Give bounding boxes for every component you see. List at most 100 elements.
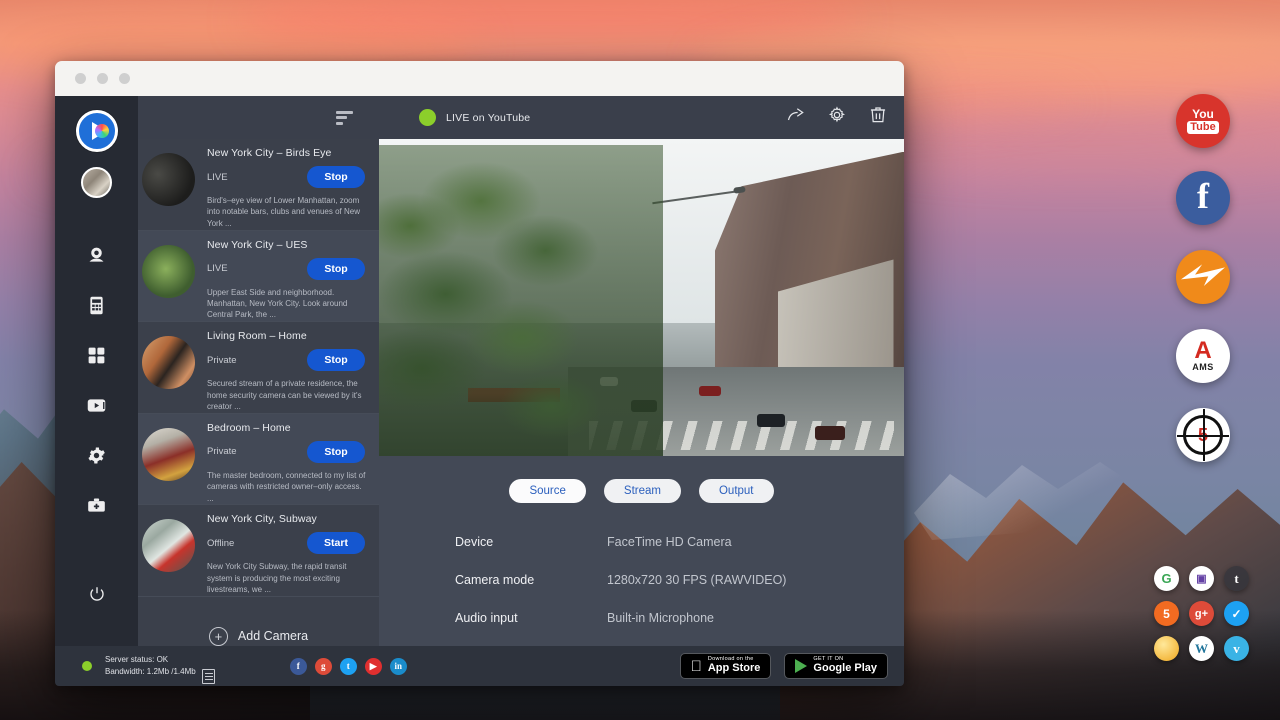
adobe-ams-label: AMS xyxy=(1192,362,1214,372)
server-status-dot xyxy=(82,661,92,671)
desktop-mini-icons: G ▣ t 5 g+ ✓ W v xyxy=(1154,566,1259,671)
facebook-glyph: f xyxy=(1197,178,1209,214)
wordpress-icon[interactable]: W xyxy=(1189,636,1214,661)
sidebar-item-cameras[interactable] xyxy=(77,238,117,278)
share-arrow-icon xyxy=(786,105,806,125)
google-plus-icon[interactable]: g xyxy=(315,658,332,675)
app-logo-icon[interactable] xyxy=(76,110,118,152)
camera-action-button[interactable]: Stop xyxy=(307,166,365,188)
camera-description: Secured stream of a private residence, t… xyxy=(207,378,371,412)
camera-description: New York City Subway, the rapid transit … xyxy=(207,561,371,595)
server-status-line: Server status: OK xyxy=(105,654,196,666)
wowza-dock-icon[interactable] xyxy=(1176,250,1230,304)
camera-thumbnail xyxy=(142,153,195,206)
sidebar-item-settings[interactable] xyxy=(77,438,117,478)
camera-thumbnail xyxy=(142,336,195,389)
camera-action-button[interactable]: Stop xyxy=(307,441,365,463)
settings-button[interactable] xyxy=(827,105,847,130)
spec-row: Audio input Built-in Microphone xyxy=(455,611,904,625)
minimize-button[interactable] xyxy=(97,73,108,84)
g-icon[interactable]: G xyxy=(1154,566,1179,591)
camera-action-button[interactable]: Stop xyxy=(307,258,365,280)
live-status-dot xyxy=(419,109,436,126)
google-play-icon xyxy=(795,659,807,673)
power-icon xyxy=(88,585,106,608)
lightning-bolt-icon xyxy=(1181,262,1225,292)
google-play-title: Google Play xyxy=(813,663,877,675)
adobe-ams-dock-icon[interactable]: A AMS xyxy=(1176,329,1230,383)
share-button[interactable] xyxy=(786,105,806,130)
add-camera-button[interactable]: + Add Camera xyxy=(138,597,379,646)
twitch-icon[interactable]: ▣ xyxy=(1189,566,1214,591)
tab-stream[interactable]: Stream xyxy=(604,479,681,503)
camera-action-button[interactable]: Stop xyxy=(307,349,365,371)
camera-title: Bedroom – Home xyxy=(207,422,371,434)
facebook-dock-icon[interactable]: f xyxy=(1176,171,1230,225)
camera-description: The master bedroom, connected to my list… xyxy=(207,470,371,504)
video-preview[interactable] xyxy=(379,139,904,456)
tumblr-icon[interactable]: t xyxy=(1224,566,1249,591)
server-status-text: Server status: OK Bandwidth: 1.2Mb /1.4M… xyxy=(105,654,196,677)
cloud-streak xyxy=(240,0,860,50)
linkedin-icon[interactable]: in xyxy=(390,658,407,675)
trash-icon xyxy=(868,105,888,125)
camera-list-item[interactable]: Living Room – Home Private Stop Secured … xyxy=(138,322,379,414)
sidebar-item-support[interactable] xyxy=(77,488,117,528)
spec-row: Device FaceTime HD Camera xyxy=(455,535,904,549)
camera-list-item[interactable]: Bedroom – Home Private Stop The master b… xyxy=(138,414,379,506)
source-spec-list: Device FaceTime HD Camera Camera mode 12… xyxy=(379,503,904,649)
spec-value[interactable]: 1280x720 30 FPS (RAWVIDEO) xyxy=(607,573,786,587)
camera-list-item[interactable]: New York City – UES LIVE Stop Upper East… xyxy=(138,231,379,323)
tab-source[interactable]: Source xyxy=(509,479,585,503)
youtube-dock-icon[interactable]: You Tube xyxy=(1176,94,1230,148)
zoom-button[interactable] xyxy=(119,73,130,84)
spec-label: Device xyxy=(455,535,607,549)
adobe-glyph: A xyxy=(1194,340,1211,362)
spec-value[interactable]: FaceTime HD Camera xyxy=(607,535,732,549)
camera-status: Private xyxy=(207,446,237,457)
gear-icon xyxy=(86,445,107,471)
webcam-icon xyxy=(86,245,107,271)
twitter-icon[interactable]: ✓ xyxy=(1224,601,1249,626)
gear-icon xyxy=(827,105,847,125)
delete-button[interactable] xyxy=(868,105,888,130)
camera-title: New York City – Birds Eye xyxy=(207,147,371,159)
app-store-badge[interactable]:  Download on the App Store xyxy=(680,653,772,679)
user-avatar[interactable] xyxy=(81,167,112,198)
facebook-icon[interactable]: f xyxy=(290,658,307,675)
ustream-dock-icon[interactable]: 5 xyxy=(1176,408,1230,462)
sidebar-item-player[interactable] xyxy=(77,388,117,428)
camera-status: Offline xyxy=(207,538,234,549)
camera-list-item[interactable]: New York City, Subway Offline Start New … xyxy=(138,505,379,597)
log-document-icon[interactable] xyxy=(202,669,215,684)
camera-title: Living Room – Home xyxy=(207,330,371,342)
tab-output[interactable]: Output xyxy=(699,479,774,503)
video-car xyxy=(699,386,721,396)
camera-action-button[interactable]: Start xyxy=(307,532,365,554)
ustream-glyph: 5 xyxy=(1183,415,1223,455)
close-button[interactable] xyxy=(75,73,86,84)
camera-list[interactable]: New York City – Birds Eye LIVE Stop Bird… xyxy=(138,139,379,646)
google-play-badge[interactable]: GET IT ON Google Play xyxy=(784,653,888,679)
youtube-icon[interactable]: ▶ xyxy=(365,658,382,675)
camera-status: LIVE xyxy=(207,172,228,183)
video-player-icon xyxy=(86,395,107,421)
yellow-app-icon[interactable] xyxy=(1154,636,1179,661)
vimeo-icon[interactable]: v xyxy=(1224,636,1249,661)
video-car xyxy=(815,426,845,440)
video-car xyxy=(757,414,785,427)
sidebar-item-device[interactable] xyxy=(77,288,117,328)
spec-label: Camera mode xyxy=(455,573,607,587)
camera-list-item[interactable]: New York City – Birds Eye LIVE Stop Bird… xyxy=(138,139,379,231)
bandwidth-line: Bandwidth: 1.2Mb /1.4Mb xyxy=(105,666,196,678)
spec-value[interactable]: Built-in Microphone xyxy=(607,611,714,625)
sidebar-item-power[interactable] xyxy=(77,576,117,616)
twitter-icon[interactable]: t xyxy=(340,658,357,675)
app-window: LIVE on YouTube xyxy=(55,61,904,686)
sort-icon[interactable] xyxy=(336,111,353,125)
google-plus-icon[interactable]: g+ xyxy=(1189,601,1214,626)
sidebar-item-dashboard[interactable] xyxy=(77,338,117,378)
ustream-icon[interactable]: 5 xyxy=(1154,601,1179,626)
window-titlebar xyxy=(55,61,904,96)
camera-thumbnail xyxy=(142,428,195,481)
